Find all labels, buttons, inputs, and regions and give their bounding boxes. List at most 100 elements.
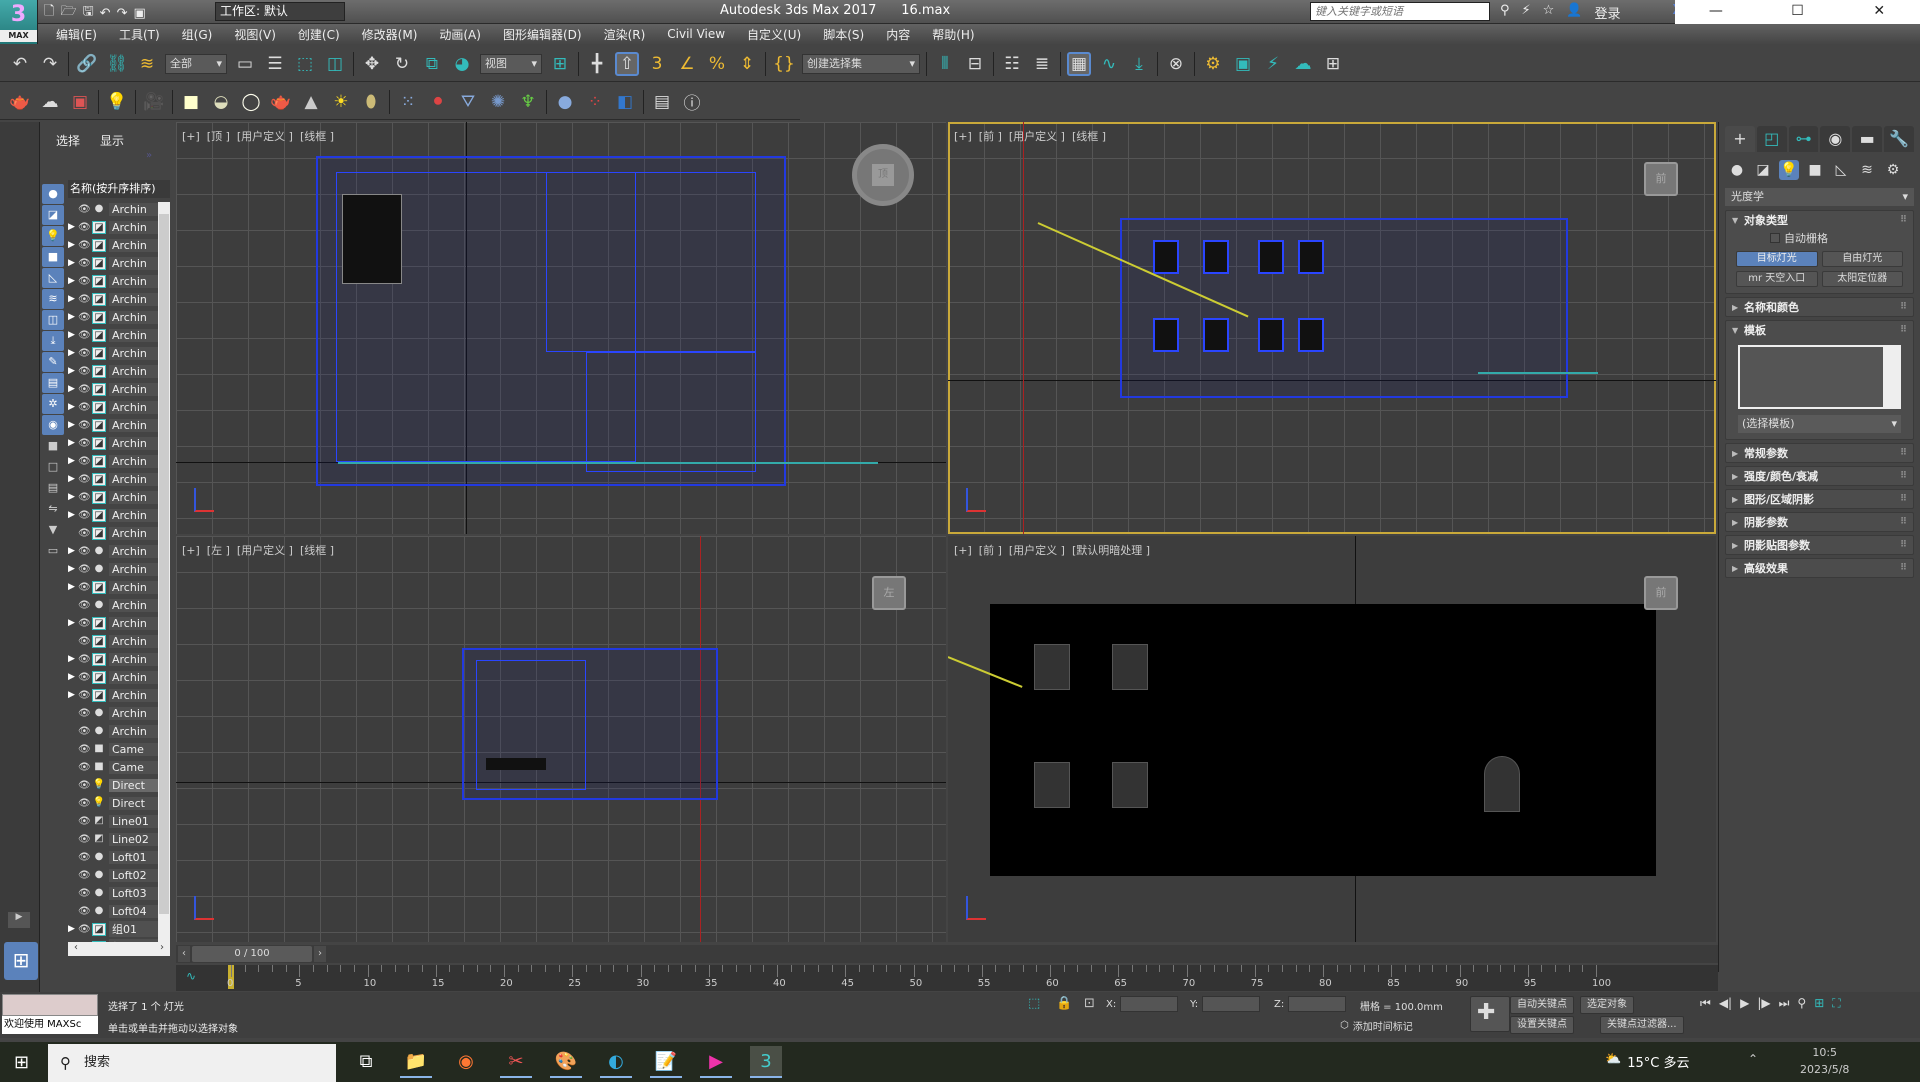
add-time-tag[interactable]: ⬡ 添加时间标记: [1340, 1018, 1413, 1033]
sphere-light-icon[interactable]: ◯: [239, 90, 263, 114]
visibility-eye-icon[interactable]: 👁: [78, 330, 92, 341]
scene-object-row[interactable]: ▶ 👁 ◪ Archin: [68, 236, 158, 254]
scene-object-row[interactable]: ▶ 👁 ● Archin: [68, 560, 158, 578]
visibility-eye-icon[interactable]: 👁: [78, 798, 92, 809]
scene-object-row[interactable]: ▶ 👁 ◪ Archin: [68, 290, 158, 308]
visibility-eye-icon[interactable]: 👁: [78, 906, 92, 917]
snaps-toggle-icon[interactable]: 3: [645, 52, 669, 76]
visibility-eye-icon[interactable]: 👁: [78, 276, 92, 287]
container-filter-icon[interactable]: ▤: [42, 373, 64, 393]
schematic-view-icon[interactable]: ⤓: [1127, 52, 1151, 76]
helpers-category-icon[interactable]: ◺: [1831, 160, 1851, 180]
visibility-eye-icon[interactable]: 👁: [78, 348, 92, 359]
camera-filter-icon[interactable]: ■: [42, 247, 64, 267]
viewport-layout-tab-icon[interactable]: ⊞: [4, 942, 38, 980]
visibility-eye-icon[interactable]: 👁: [78, 726, 92, 737]
expand-arrow-icon[interactable]: ▶: [68, 366, 78, 376]
visibility-eye-icon[interactable]: 👁: [78, 366, 92, 377]
expand-arrow-icon[interactable]: ▶: [68, 582, 78, 592]
visibility-eye-icon[interactable]: 👁: [78, 258, 92, 269]
time-slider[interactable]: ‹ 0 / 100 ›: [176, 945, 1718, 963]
expand-arrow-icon[interactable]: ▶: [68, 276, 78, 286]
render-frame-icon[interactable]: ▣: [68, 90, 92, 114]
scene-object-row[interactable]: 👁 💡 Direct: [68, 776, 158, 794]
open-file-icon[interactable]: 🗁: [60, 2, 76, 24]
visibility-eye-icon[interactable]: 👁: [78, 546, 92, 557]
edit-named-selection-icon[interactable]: {}: [772, 52, 796, 76]
windows-start-icon[interactable]: ⊞: [14, 1052, 29, 1073]
goto-end-icon[interactable]: ⏭: [1779, 996, 1790, 1011]
keyboard-shortcut-toggle-icon[interactable]: ⇧: [615, 51, 639, 76]
play-icon[interactable]: ▶: [1740, 996, 1749, 1011]
expand-arrow-icon[interactable]: ▶: [68, 384, 78, 394]
app-logo-button[interactable]: 3 MAX: [0, 0, 38, 44]
expand-arrow-icon[interactable]: ▶: [68, 510, 78, 520]
create-tab-icon[interactable]: +: [1725, 126, 1755, 152]
selected-object-dropdown[interactable]: 选定对象: [1580, 996, 1634, 1014]
material-editor-icon[interactable]: ⊗: [1164, 52, 1188, 76]
selection-lock-icon[interactable]: 🔒: [1056, 996, 1072, 1011]
maxscript-mini-listener[interactable]: 欢迎使用 MAXSc: [2, 1016, 98, 1034]
rollout-header[interactable]: ▶ 名称和颜色 ⠿: [1726, 298, 1913, 316]
molecule-icon[interactable]: ⚫: [426, 90, 450, 114]
display-none-icon[interactable]: ■: [42, 436, 64, 456]
render-cloud-icon[interactable]: ☁: [1291, 52, 1315, 76]
isolate-selection-icon[interactable]: ⬚: [1028, 996, 1040, 1011]
light-lister-icon[interactable]: 💡: [105, 90, 129, 114]
viewport-left[interactable]: [+] [左 ] [用户定义 ] [线框 ] 左: [176, 536, 946, 942]
tray-chevron-icon[interactable]: ⌃: [1748, 1052, 1758, 1066]
y-field[interactable]: [1202, 996, 1261, 1012]
cloud-icon[interactable]: ☁: [38, 90, 62, 114]
scene-object-row[interactable]: ▶ 👁 ◪ Archin: [68, 344, 158, 362]
scene-object-row[interactable]: 👁 ● Loft04: [68, 902, 158, 920]
new-file-icon[interactable]: 🗋: [44, 2, 54, 24]
visibility-eye-icon[interactable]: 👁: [78, 582, 92, 593]
expand-arrow-icon[interactable]: ▶: [68, 312, 78, 322]
rect-selection-icon[interactable]: ⬚: [293, 52, 317, 76]
menu-edit[interactable]: 编辑(E): [56, 26, 97, 43]
viewport-label[interactable]: [+] [前 ] [用户定义 ] [线框 ]: [954, 128, 1106, 144]
visibility-eye-icon[interactable]: 👁: [78, 744, 92, 755]
template-select-dropdown[interactable]: (选择模板) ▾: [1738, 415, 1901, 433]
expand-arrow-icon[interactable]: ▶: [68, 564, 78, 574]
grass-icon[interactable]: ♆: [516, 90, 540, 114]
menu-graph-editors[interactable]: 图形编辑器(D): [503, 26, 582, 43]
scene-object-row[interactable]: ▶ 👁 ◪ Archin: [68, 416, 158, 434]
rollout-header[interactable]: ▶ 常规参数 ⠿: [1726, 444, 1913, 462]
mirror-icon[interactable]: ⫴: [933, 52, 957, 76]
undo-icon[interactable]: ↶: [100, 6, 111, 21]
satellite-icon[interactable]: ⚡: [1522, 3, 1531, 22]
drag-handle-icon[interactable]: ⠿: [1900, 215, 1907, 225]
layer-explorer-icon[interactable]: ≣: [1030, 52, 1054, 76]
modify-tab-icon[interactable]: ◰: [1756, 126, 1787, 152]
spacewarp-filter-icon[interactable]: ≋: [42, 289, 64, 309]
save-icon[interactable]: 🖫: [83, 2, 94, 24]
tab-display[interactable]: 显示: [100, 132, 124, 149]
drag-handle-icon[interactable]: ⠿: [1900, 448, 1907, 458]
expand-arrow-icon[interactable]: ▶: [68, 492, 78, 502]
material-sphere-icon[interactable]: ●: [553, 90, 577, 114]
drag-handle-icon[interactable]: ⠿: [1900, 494, 1907, 504]
scene-object-row[interactable]: ▶ 👁 ◪ Archin: [68, 578, 158, 596]
reference-coord-dropdown[interactable]: 视图 ▾: [480, 53, 542, 74]
rollout-header[interactable]: ▼ 对象类型 ⠿: [1726, 211, 1913, 229]
next-key-icon[interactable]: |▶: [1757, 996, 1770, 1011]
visibility-eye-icon[interactable]: 👁: [78, 492, 92, 503]
visibility-eye-icon[interactable]: 👁: [78, 402, 92, 413]
teapot-icon[interactable]: 🫖: [8, 90, 32, 114]
scene-object-row[interactable]: 👁 ◪ Archin: [68, 632, 158, 650]
absolute-mode-icon[interactable]: ⊡: [1084, 996, 1095, 1011]
menu-civil-view[interactable]: Civil View: [667, 27, 725, 41]
lights-category-icon[interactable]: 💡: [1779, 160, 1799, 180]
drag-handle-icon[interactable]: ⠿: [1900, 540, 1907, 550]
star-icon[interactable]: ☆: [1543, 3, 1555, 22]
visibility-eye-icon[interactable]: 👁: [78, 780, 92, 791]
visibility-eye-icon[interactable]: 👁: [78, 636, 92, 647]
display-tab-icon[interactable]: ▬: [1852, 126, 1883, 152]
place-icon[interactable]: ◕: [450, 52, 474, 76]
media-player-icon[interactable]: ▶: [700, 1046, 732, 1078]
scene-object-row[interactable]: 👁 ● Archin: [68, 722, 158, 740]
tower-icon[interactable]: ⛛: [456, 90, 480, 114]
user-icon[interactable]: 👤: [1566, 3, 1582, 22]
maxscript-listener-input[interactable]: [2, 994, 98, 1016]
